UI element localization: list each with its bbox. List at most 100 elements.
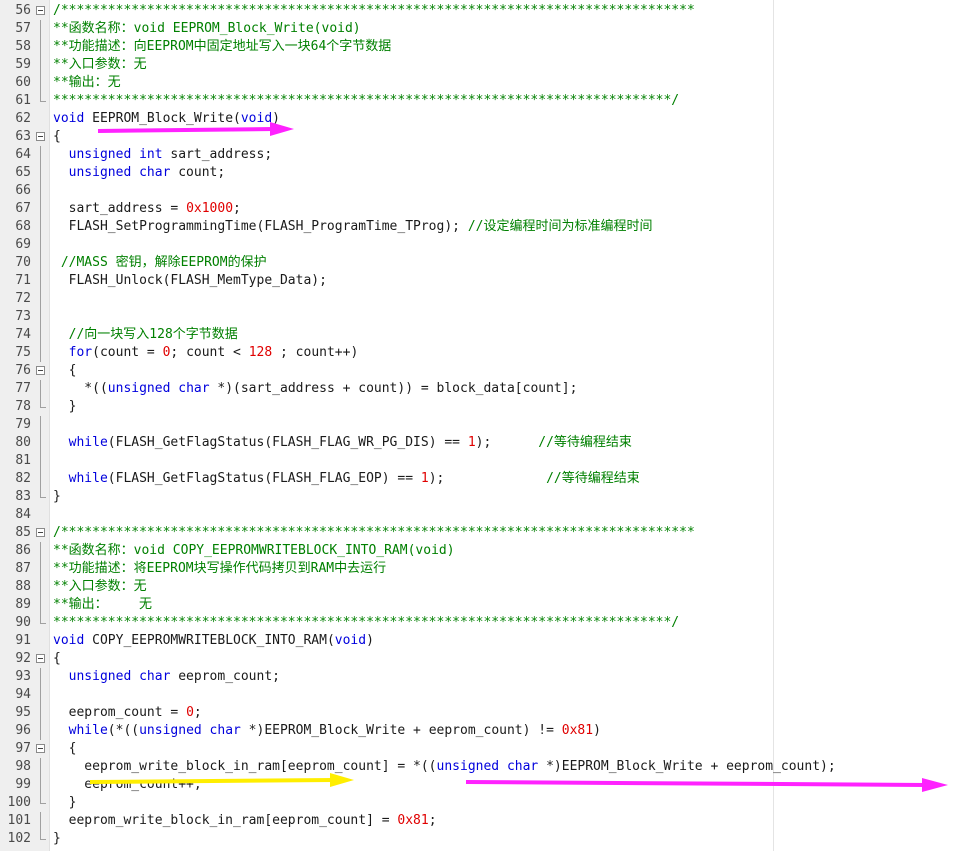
fold-toggle-icon[interactable] [36,6,45,15]
line-number: 95 [15,705,31,720]
code-text: } [53,794,77,812]
code-line[interactable]: 93 unsigned char eeprom_count; [0,668,979,686]
code-token: eeprom_write_block_in_ram[eeprom_count] … [53,813,398,828]
fold-toggle-icon[interactable] [36,528,45,537]
line-number: 56 [15,3,31,18]
fold-guide [40,542,41,560]
fold-toggle-icon[interactable] [36,366,45,375]
code-text: eeprom_write_block_in_ram[eeprom_count] … [53,812,437,830]
code-line[interactable]: 79 [0,416,979,434]
code-token: ) [366,633,374,648]
code-line[interactable]: 83} [0,488,979,506]
code-line[interactable]: 89 **输出： 无 [0,596,979,614]
code-line[interactable]: 97 { [0,740,979,758]
code-line[interactable]: 78 } [0,398,979,416]
line-number: 90 [15,615,31,630]
fold-guide [40,758,41,776]
line-number: 80 [15,435,31,450]
line-number: 96 [15,723,31,738]
code-line[interactable]: 82 while(FLASH_GetFlagStatus(FLASH_FLAG_… [0,470,979,488]
code-line[interactable]: 69 [0,236,979,254]
code-line[interactable]: 58 **功能描述：向EEPROM中固定地址写入一块64个字节数据 [0,38,979,56]
fold-toggle-icon[interactable] [36,654,45,663]
code-line[interactable]: 66 [0,182,979,200]
code-line[interactable]: 101 eeprom_write_block_in_ram[eeprom_cou… [0,812,979,830]
code-line[interactable]: 84 [0,506,979,524]
code-line[interactable]: 102} [0,830,979,848]
code-line[interactable]: 77 *((unsigned char *)(sart_address + co… [0,380,979,398]
code-token: ; [428,813,437,828]
fold-guide [40,380,41,398]
fold-guide [40,146,41,164]
fold-guide [40,326,41,344]
code-line[interactable]: 90 **************************************… [0,614,979,632]
comment-token: //设定编程时间为标准编程时间 [467,219,653,234]
code-text: //MASS 密钥，解除EEPROM的保护 [53,254,267,272]
code-text: } [53,830,61,848]
code-line[interactable]: 85 /*************************************… [0,524,979,542]
code-line[interactable]: 75 for(count = 0; count < 128 ; count++) [0,344,979,362]
code-line[interactable]: 92 { [0,650,979,668]
code-text: //向一块写入128个字节数据 [53,326,238,344]
comment-token: **函数名称：void EEPROM_Block_Write(void) [53,21,361,36]
fold-end-marker [40,92,46,102]
fold-guide [40,74,41,92]
code-token: ) [593,723,601,738]
code-line[interactable]: 60 **输出：无 [0,74,979,92]
line-number: 89 [15,597,31,612]
comment-token: //MASS 密钥，解除EEPROM的保护 [60,255,267,270]
code-line[interactable]: 76 { [0,362,979,380]
code-line[interactable]: 64 unsigned int sart_address; [0,146,979,164]
code-line[interactable]: 81 [0,452,979,470]
code-line[interactable]: 87 **功能描述：将EEPROM块写操作代码拷贝到RAM中去运行 [0,560,979,578]
line-number: 78 [15,399,31,414]
line-number: 91 [15,633,31,648]
fold-guide [40,434,41,452]
code-line[interactable]: 80 while(FLASH_GetFlagStatus(FLASH_FLAG_… [0,434,979,452]
code-line[interactable]: 68 FLASH_SetProgrammingTime(FLASH_Progra… [0,218,979,236]
code-text: unsigned int sart_address; [53,146,273,164]
comment-token: /***************************************… [53,525,695,540]
code-text: while(FLASH_GetFlagStatus(FLASH_FLAG_WR_… [53,434,632,452]
fold-toggle-icon[interactable] [36,132,45,141]
code-line[interactable]: 100 } [0,794,979,812]
code-line[interactable]: 88 **入口参数：无 [0,578,979,596]
code-line[interactable]: 57 **函数名称：void EEPROM_Block_Write(void) [0,20,979,38]
code-token: FLASH_SetProgrammingTime(FLASH_ProgramTi… [53,219,468,234]
code-line[interactable]: 91 void COPY_EEPROMWRITEBLOCK_INTO_RAM(vo… [0,632,979,650]
fold-guide [40,578,41,596]
code-line[interactable]: 96 while(*((unsigned char *)EEPROM_Block… [0,722,979,740]
fold-end-marker [40,794,46,804]
line-number: 85 [15,525,31,540]
code-line[interactable]: 73 [0,308,979,326]
code-text: ****************************************… [53,614,679,632]
code-line[interactable]: 56 /*************************************… [0,2,979,20]
code-token: count; [170,165,226,180]
code-line[interactable]: 72 [0,290,979,308]
code-line[interactable]: 71 FLASH_Unlock(FLASH_MemType_Data); [0,272,979,290]
line-number: 86 [15,543,31,558]
fold-guide [40,416,41,434]
code-line[interactable]: 61 **************************************… [0,92,979,110]
code-line[interactable]: 74 //向一块写入128个字节数据 [0,326,979,344]
code-line[interactable]: 70 //MASS 密钥，解除EEPROM的保护 [0,254,979,272]
code-token: ); [475,435,539,450]
code-line[interactable]: 94 [0,686,979,704]
code-line[interactable]: 59 **入口参数：无 [0,56,979,74]
fold-guide [40,254,41,272]
fold-toggle-icon[interactable] [36,744,45,753]
number-token: 128 [248,345,273,360]
code-line[interactable]: 65 unsigned char count; [0,164,979,182]
code-token: eeprom_count; [170,669,280,684]
keyword-token: while [68,435,108,450]
code-line[interactable]: 95 eeprom_count = 0; [0,704,979,722]
code-line[interactable]: 67 sart_address = 0x1000; [0,200,979,218]
line-number: 83 [15,489,31,504]
code-text: sart_address = 0x1000; [53,200,241,218]
code-token: ); [428,471,547,486]
fold-guide [40,344,41,362]
code-line[interactable]: 86 **函数名称：void COPY_EEPROMWRITEBLOCK_INTO… [0,542,979,560]
line-number: 97 [15,741,31,756]
